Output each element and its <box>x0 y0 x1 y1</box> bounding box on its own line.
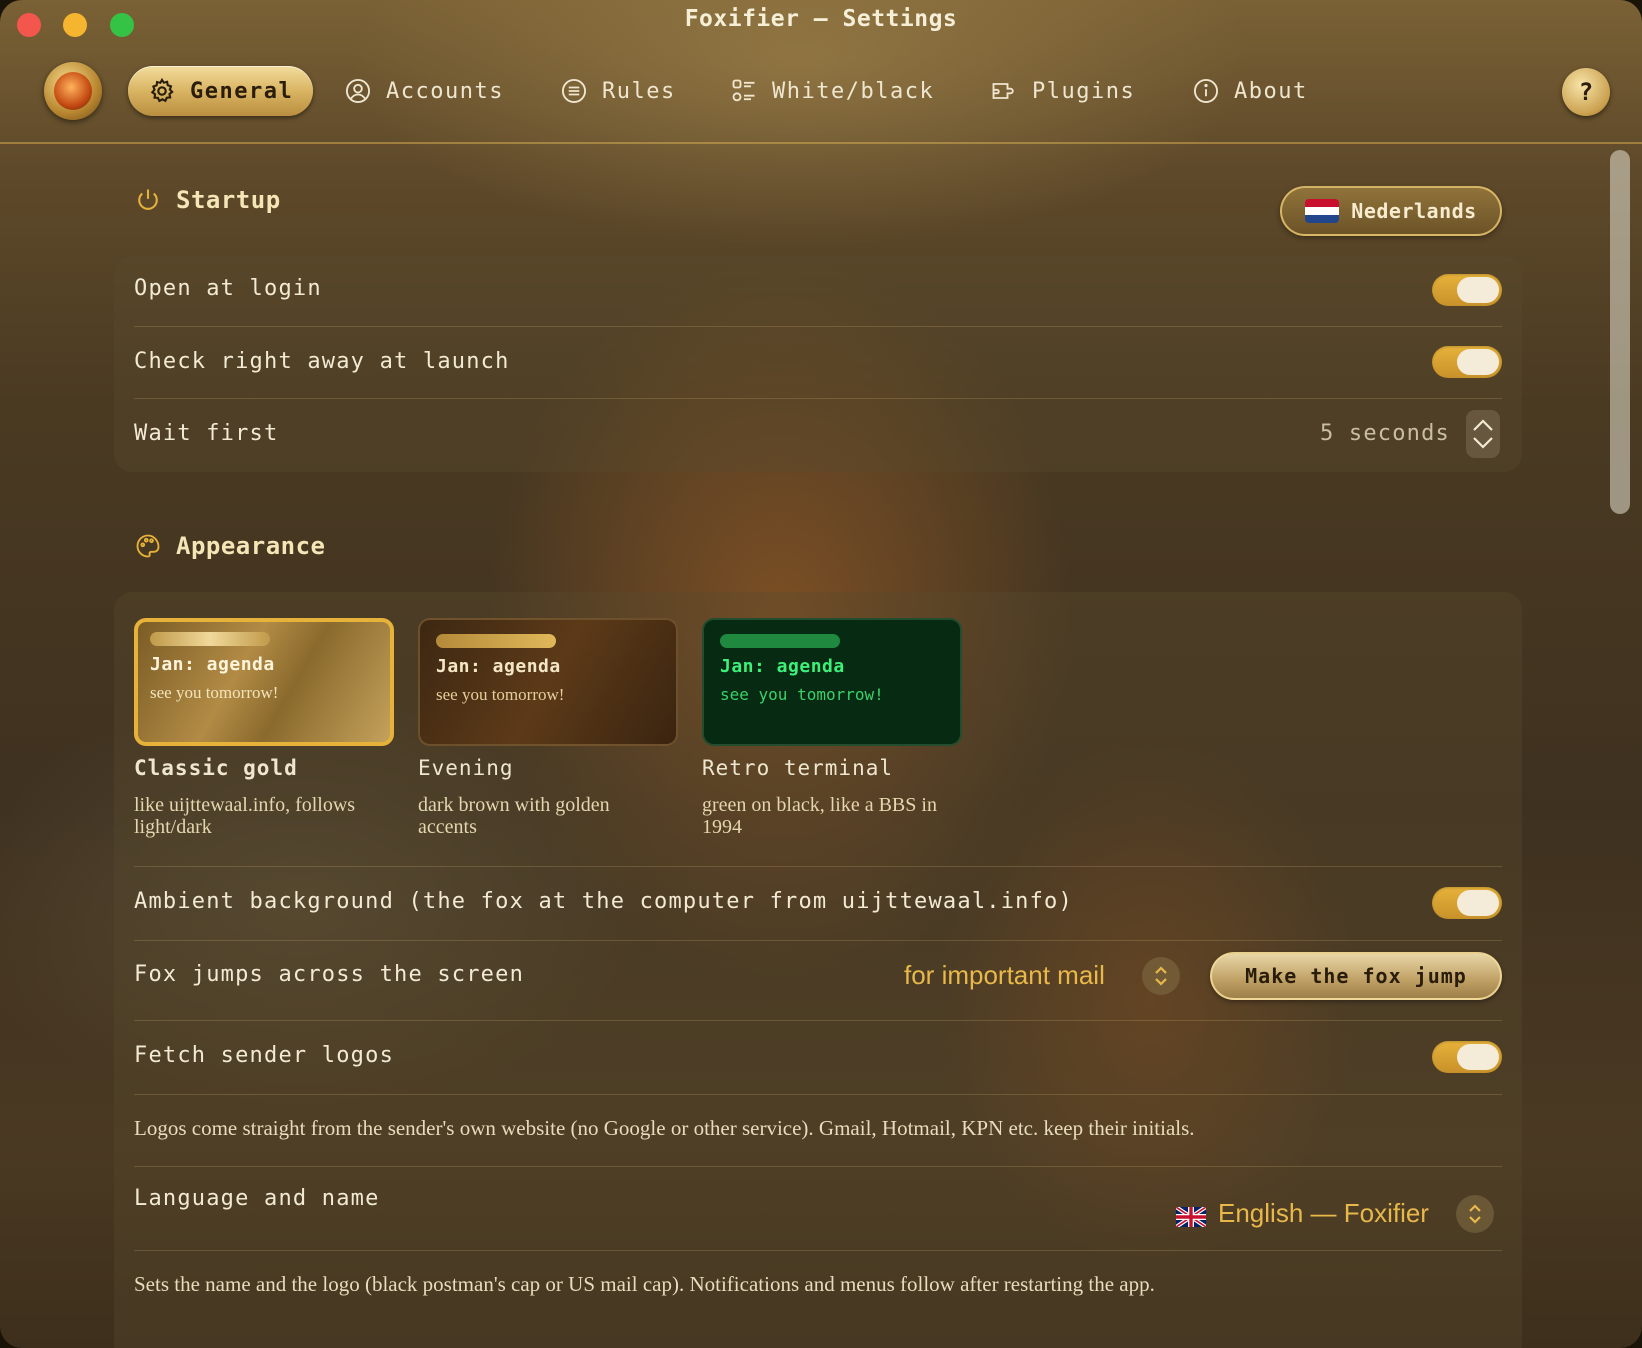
make-fox-jump-label: Make the fox jump <box>1245 964 1467 988</box>
window-title: Foxifier – Settings <box>684 6 958 32</box>
language-pill-label: Nederlands <box>1351 199 1477 223</box>
theme-name: Classic gold <box>134 756 298 780</box>
ambient-background-toggle[interactable] <box>1432 887 1502 919</box>
check-at-launch-toggle[interactable] <box>1432 346 1502 378</box>
theme-description: green on black, like a BBS in 1994 <box>702 794 937 838</box>
list-circle-icon <box>561 78 587 104</box>
theme-picker: Jan: agenda see you tomorrow! Classic go… <box>134 618 1134 848</box>
theme-preview-subtitle: see you tomorrow! <box>150 683 279 702</box>
theme-name: Evening <box>418 756 514 780</box>
language-select-button[interactable] <box>1456 1195 1494 1233</box>
netherlands-flag-icon <box>1305 199 1340 223</box>
divider <box>134 1094 1502 1095</box>
theme-card-retro-terminal[interactable]: Jan: agenda see you tomorrow! <box>702 618 962 746</box>
sender-logos-row: Fetch sender logos <box>134 1043 1502 1068</box>
title-bar: Foxifier – Settings <box>0 0 1642 44</box>
theme-preview-bar <box>150 632 270 646</box>
theme-card-evening[interactable]: Jan: agenda see you tomorrow! <box>418 618 678 746</box>
tab-label: Plugins <box>1032 78 1136 104</box>
open-at-login-toggle[interactable] <box>1432 274 1502 306</box>
open-at-login-row: Open at login <box>134 276 1502 301</box>
check-at-launch-row: Check right away at launch <box>134 349 1502 374</box>
wait-first-row: Wait first <box>134 421 1502 446</box>
fox-jump-label: Fox jumps across the screen <box>134 962 525 987</box>
language-note: Sets the name and the logo (black postma… <box>134 1272 1155 1296</box>
divider <box>134 940 1502 941</box>
language-select-value[interactable]: English — Foxifier <box>1218 1198 1429 1229</box>
chevron-updown-icon <box>1155 966 1167 986</box>
theme-preview-title: Jan: agenda <box>720 656 845 677</box>
section-appearance-title: Appearance <box>134 532 326 560</box>
fox-jump-select-button[interactable] <box>1142 957 1180 995</box>
divider <box>134 326 1502 327</box>
help-button[interactable]: ? <box>1562 68 1610 116</box>
fox-jump-select-value[interactable]: for important mail <box>904 960 1105 991</box>
chevron-updown-icon <box>1469 1204 1481 1224</box>
tab-about[interactable]: About <box>1192 66 1308 116</box>
tab-label: Rules <box>602 78 676 104</box>
tab-label: General <box>190 78 294 104</box>
tab-general[interactable]: General <box>128 66 314 116</box>
user-circle-icon <box>345 78 371 104</box>
chevron-up-icon[interactable] <box>1472 418 1494 432</box>
uk-flag-icon <box>1176 1207 1206 1227</box>
language-name-label: Language and name <box>134 1186 380 1211</box>
tab-label: About <box>1234 78 1308 104</box>
theme-preview-bar <box>720 634 840 648</box>
check-at-launch-label: Check right away at launch <box>134 349 510 374</box>
divider <box>134 1250 1502 1251</box>
sender-logos-toggle[interactable] <box>1432 1041 1502 1073</box>
ambient-background-label: Ambient background (the fox at the compu… <box>134 889 1073 914</box>
theme-name: Retro terminal <box>702 756 894 780</box>
settings-window: Foxifier – Settings General Accounts Rul… <box>0 0 1642 1348</box>
wait-seconds-value: 5 seconds <box>1320 421 1451 446</box>
theme-preview-subtitle: see you tomorrow! <box>720 685 884 704</box>
tab-white-black[interactable]: White/black <box>730 66 934 116</box>
theme-card-classic-gold[interactable]: Jan: agenda see you tomorrow! <box>134 618 394 746</box>
divider <box>134 1166 1502 1167</box>
wait-seconds-stepper[interactable] <box>1466 410 1500 458</box>
plugin-icon <box>992 83 1014 99</box>
gear-icon <box>150 77 174 103</box>
theme-preview-title: Jan: agenda <box>436 656 561 677</box>
language-toggle-button[interactable]: Nederlands <box>1280 186 1502 236</box>
section-startup-title: Startup <box>134 186 281 214</box>
tab-label: White/black <box>772 78 935 104</box>
open-at-login-label: Open at login <box>134 276 322 301</box>
fox-logo-icon <box>44 62 102 120</box>
settings-content: Startup Nederlands Open at login Check r… <box>0 146 1600 1348</box>
info-icon <box>1193 78 1219 104</box>
power-icon <box>138 189 158 210</box>
tab-accounts[interactable]: Accounts <box>344 66 504 116</box>
theme-description: like uijttewaal.info, follows light/dark <box>134 794 356 838</box>
checklist-icon <box>732 79 755 102</box>
make-fox-jump-button[interactable]: Make the fox jump <box>1210 952 1502 1000</box>
theme-preview-bar <box>436 634 556 648</box>
tab-rules[interactable]: Rules <box>560 66 676 116</box>
wait-first-label: Wait first <box>134 421 279 446</box>
toolbar: General Accounts Rules White/black Plugi… <box>0 52 1642 144</box>
palette-icon <box>136 534 160 558</box>
theme-preview-title: Jan: agenda <box>150 654 275 675</box>
theme-preview-subtitle: see you tomorrow! <box>436 685 565 704</box>
help-label: ? <box>1578 78 1594 106</box>
theme-description: dark brown with golden accents <box>418 794 610 838</box>
tab-label: Accounts <box>386 78 504 104</box>
sender-logos-note: Logos come straight from the sender's ow… <box>134 1116 1195 1140</box>
divider <box>134 866 1502 867</box>
ambient-background-row: Ambient background (the fox at the compu… <box>134 889 1502 914</box>
divider <box>134 1020 1502 1021</box>
tab-plugins[interactable]: Plugins <box>990 66 1135 116</box>
chevron-down-icon[interactable] <box>1472 436 1494 450</box>
sender-logos-label: Fetch sender logos <box>134 1043 395 1068</box>
divider <box>134 398 1502 399</box>
vertical-scrollbar[interactable] <box>1610 150 1630 514</box>
